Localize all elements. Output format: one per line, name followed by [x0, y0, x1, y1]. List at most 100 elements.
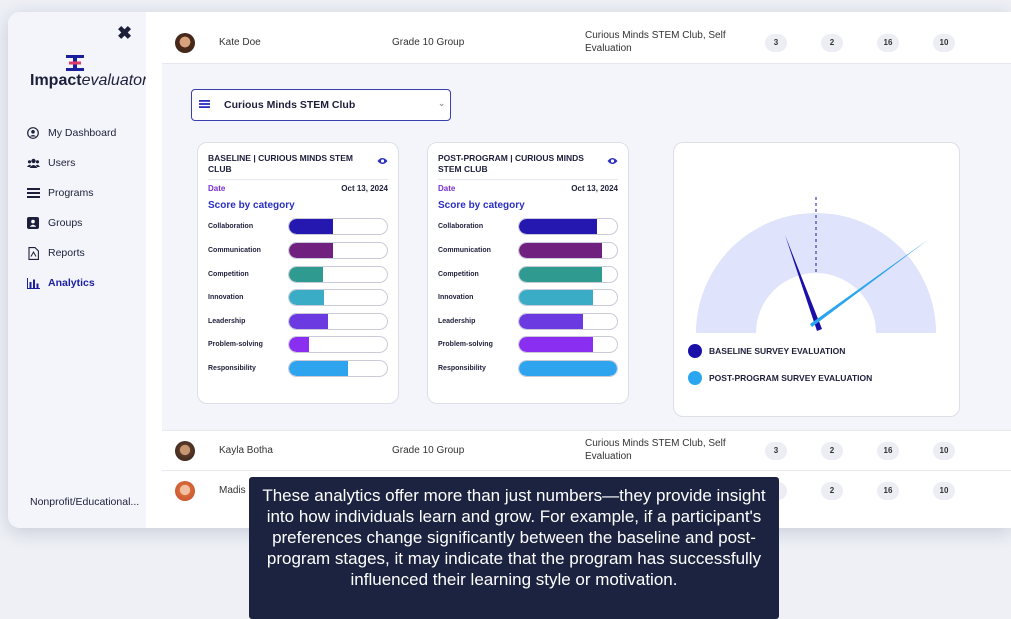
- category-label: Communication: [208, 246, 261, 254]
- sidebar-item-label: Programs: [48, 187, 94, 199]
- sidebar-item-analytics[interactable]: Analytics: [26, 268, 144, 298]
- sidebar-item-label: Analytics: [48, 277, 95, 289]
- sidebar: ✖ Impactevaluator My Dashboard Users Pro…: [8, 12, 147, 528]
- category-row: Leadership: [208, 309, 388, 333]
- logo-icon: [66, 55, 84, 71]
- category-score-bar: [288, 289, 388, 307]
- category-score-fill: [289, 266, 324, 282]
- card-title: BASELINE | CURIOUS MINDS STEM CLUB: [208, 153, 353, 175]
- count-badge: 3: [765, 441, 787, 460]
- program-select[interactable]: Curious Minds STEM Club ⌄: [191, 89, 451, 121]
- avatar: [175, 480, 195, 501]
- category-row: Communication: [208, 239, 388, 263]
- count-badge: 16: [877, 441, 899, 460]
- count-badge: 2: [821, 481, 843, 500]
- category-score-bar: [288, 312, 388, 330]
- app-window: ✖ Impactevaluator My Dashboard Users Pro…: [8, 12, 1011, 528]
- category-score-fill: [519, 219, 598, 235]
- category-score-fill: [289, 313, 329, 329]
- score-title: Score by category: [438, 200, 525, 212]
- category-score-fill: [519, 266, 603, 282]
- category-score-bar: [518, 359, 618, 377]
- legend-post-program: POST-PROGRAM SURVEY EVALUATION: [688, 371, 872, 385]
- close-sidebar-button[interactable]: ✖: [117, 24, 132, 42]
- card-title: POST-PROGRAM | CURIOUS MINDS STEM CLUB: [438, 153, 584, 175]
- list-icon: [26, 186, 40, 200]
- post-program-score-card: POST-PROGRAM | CURIOUS MINDS STEM CLUB D…: [427, 142, 629, 404]
- participant-programs: Curious Minds STEM Club, Self Evaluation: [585, 30, 726, 54]
- main-content: Kate Doe Grade 10 Group Curious Minds ST…: [146, 12, 1011, 528]
- legend-dot: [688, 371, 702, 385]
- group-icon: [26, 216, 40, 230]
- legend-label: BASELINE SURVEY EVALUATION: [709, 346, 846, 356]
- category-row: Competition: [208, 262, 388, 286]
- organization-type[interactable]: Nonprofit/Educational...: [30, 496, 139, 508]
- sidebar-item-groups[interactable]: Groups: [26, 208, 144, 238]
- category-score-fill: [519, 290, 594, 306]
- count-badge: 2: [821, 441, 843, 460]
- participant-group: Grade 10 Group: [392, 445, 465, 456]
- table-row[interactable]: Kayla Botha Grade 10 Group Curious Minds…: [162, 430, 1011, 470]
- category-score-bar: [518, 336, 618, 354]
- category-row: Problem-solving: [208, 333, 388, 357]
- category-score-fill: [289, 242, 334, 258]
- sidebar-item-my-dashboard[interactable]: My Dashboard: [26, 118, 144, 148]
- legend-baseline: BASELINE SURVEY EVALUATION: [688, 344, 845, 358]
- baseline-score-card: BASELINE | CURIOUS MINDS STEM CLUB Date …: [197, 142, 399, 404]
- category-label: Communication: [438, 246, 491, 254]
- category-score-fill: [289, 290, 325, 306]
- category-label: Collaboration: [438, 223, 484, 231]
- count-badge: 2: [821, 33, 843, 52]
- table-row[interactable]: Kate Doe Grade 10 Group Curious Minds ST…: [162, 22, 1011, 64]
- sidebar-item-programs[interactable]: Programs: [26, 178, 144, 208]
- category-row: Problem-solving: [438, 333, 618, 357]
- category-label: Leadership: [438, 317, 476, 325]
- user-circle-icon: [26, 126, 40, 140]
- sidebar-item-reports[interactable]: Reports: [26, 238, 144, 268]
- gauge-chart: [696, 197, 936, 333]
- category-label: Innovation: [208, 294, 244, 302]
- category-list: Collaboration Communication Competition Inn…: [438, 215, 618, 380]
- category-score-bar: [288, 265, 388, 283]
- count-badge: 10: [933, 481, 955, 500]
- category-row: Innovation: [208, 286, 388, 310]
- category-score-bar: [518, 218, 618, 236]
- category-list: Collaboration Communication Competition Inn…: [208, 215, 388, 380]
- category-row: Communication: [438, 239, 618, 263]
- date-value: Oct 13, 2024: [571, 184, 618, 194]
- score-title: Score by category: [208, 200, 295, 212]
- sidebar-item-label: Reports: [48, 247, 85, 259]
- eye-icon[interactable]: [377, 157, 388, 165]
- participant-name: Kate Doe: [219, 37, 261, 48]
- count-badge: 10: [933, 441, 955, 460]
- sidebar-item-users[interactable]: Users: [26, 148, 144, 178]
- count-badge: 16: [877, 33, 899, 52]
- participant-analytics-panel: Curious Minds STEM Club ⌄ BASELINE | CUR…: [162, 64, 1011, 430]
- category-score-bar: [288, 359, 388, 377]
- category-score-fill: [289, 219, 334, 235]
- category-row: Competition: [438, 262, 618, 286]
- category-label: Problem-solving: [208, 341, 263, 349]
- avatar: [175, 32, 195, 53]
- category-score-fill: [519, 313, 583, 329]
- category-label: Leadership: [208, 317, 246, 325]
- category-score-bar: [518, 289, 618, 307]
- sidebar-nav: My Dashboard Users Programs Groups Repor…: [26, 118, 144, 298]
- category-row: Responsibility: [438, 357, 618, 381]
- program-select-value: Curious Minds STEM Club: [224, 99, 356, 111]
- category-score-bar: [518, 265, 618, 283]
- eye-icon[interactable]: [607, 157, 618, 165]
- date-row: Date Oct 13, 2024: [438, 179, 618, 193]
- evaluation-gauge-card: BASELINE SURVEY EVALUATION POST-PROGRAM …: [673, 142, 960, 417]
- legend-dot: [688, 344, 702, 358]
- category-score-bar: [288, 218, 388, 236]
- users-icon: [26, 156, 40, 170]
- category-row: Collaboration: [438, 215, 618, 239]
- date-label: Date: [208, 184, 226, 194]
- category-label: Responsibility: [208, 364, 256, 372]
- category-score-bar: [288, 336, 388, 354]
- chevron-down-icon: ⌄: [438, 99, 445, 108]
- category-label: Responsibility: [438, 364, 486, 372]
- category-score-bar: [288, 241, 388, 259]
- explanation-tooltip: These analytics offer more than just num…: [249, 477, 779, 619]
